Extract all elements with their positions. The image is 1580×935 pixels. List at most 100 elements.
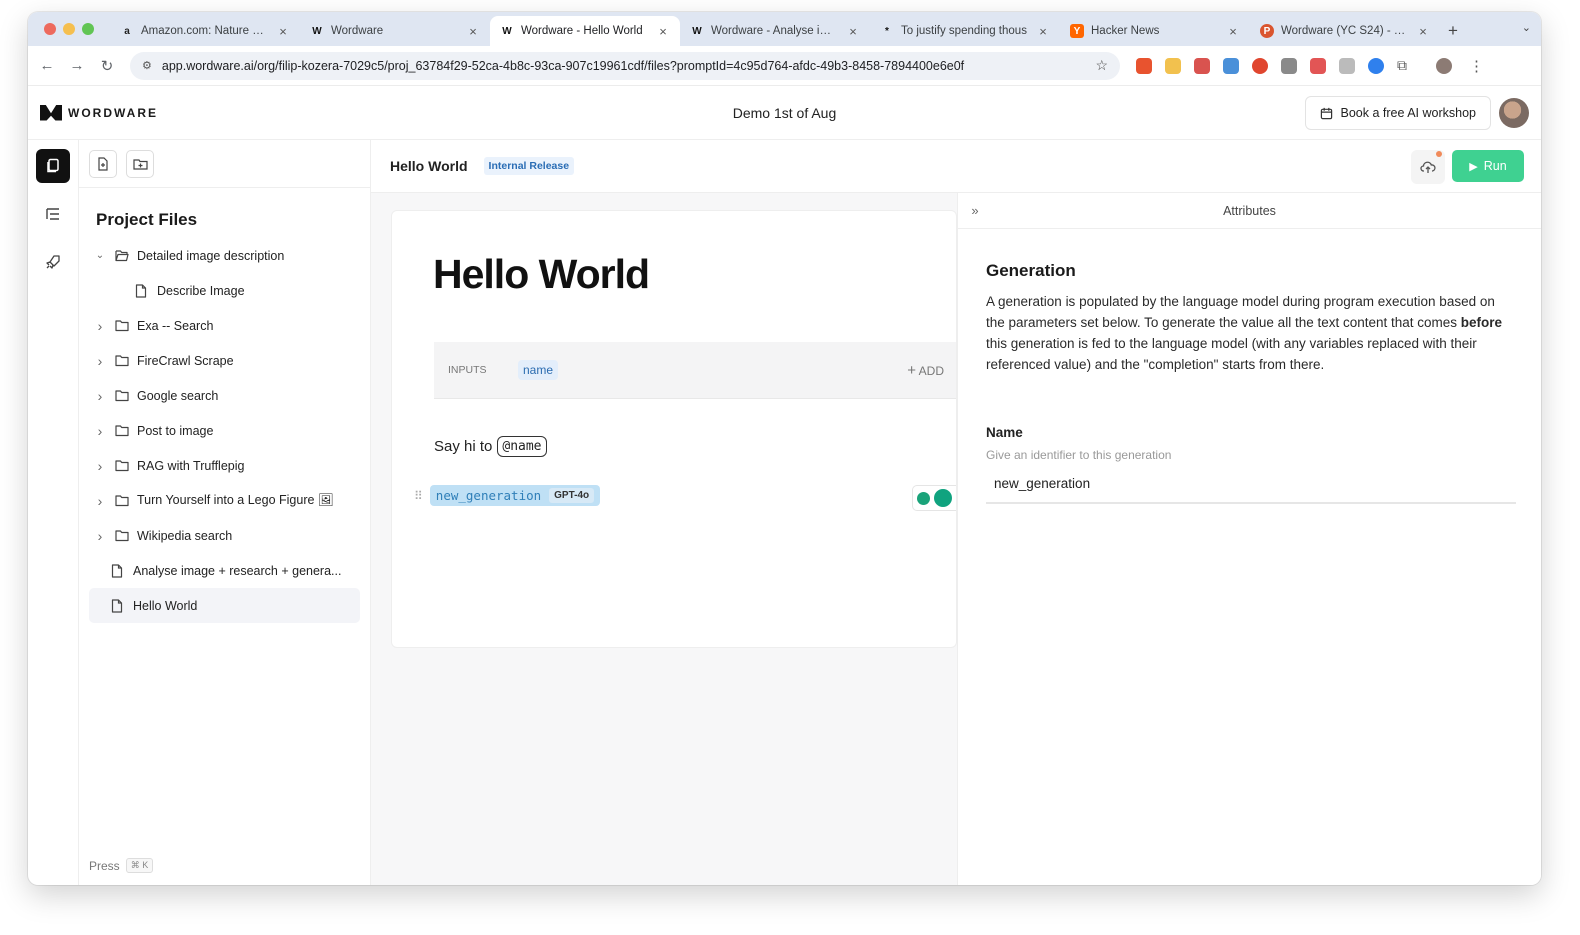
- extension-icon[interactable]: [1339, 57, 1355, 74]
- chevron-down-icon[interactable]: ⌄: [93, 250, 107, 261]
- chevron-right-icon[interactable]: ›: [93, 423, 107, 439]
- browser-tab[interactable]: P Wordware (YC S24) - You ×: [1250, 16, 1440, 46]
- extension-icon[interactable]: [1223, 57, 1239, 74]
- chevron-right-icon[interactable]: ›: [93, 528, 107, 544]
- tree-item-label: Turn Yourself into a Lego Figure 🖼: [137, 493, 334, 507]
- folder-item[interactable]: ⌄ Detailed image description: [89, 238, 360, 273]
- zoom-window-button[interactable]: [82, 23, 94, 35]
- tab-favicon-icon: P: [1260, 24, 1274, 38]
- tab-favicon-icon: *: [885, 25, 889, 37]
- publish-button[interactable]: [1411, 150, 1445, 184]
- tab-close-icon[interactable]: ×: [846, 24, 860, 39]
- run-label: Run: [1483, 159, 1507, 173]
- release-badge[interactable]: Internal Release: [483, 157, 575, 175]
- new-folder-button[interactable]: [126, 149, 154, 178]
- url-text[interactable]: app.wordware.ai/org/filip-kozera-7029c5/…: [162, 59, 1086, 73]
- file-item[interactable]: Hello World: [89, 588, 360, 623]
- chevron-right-icon[interactable]: ›: [93, 493, 107, 509]
- folder-item[interactable]: › Turn Yourself into a Lego Figure 🖼: [89, 483, 360, 518]
- tab-close-icon[interactable]: ×: [1036, 24, 1050, 39]
- bookmark-star-icon[interactable]: ☆: [1095, 57, 1108, 74]
- variable-mention[interactable]: @name: [497, 436, 547, 457]
- folder-item[interactable]: › Wikipedia search: [89, 518, 360, 553]
- run-button[interactable]: ▶ Run: [1452, 150, 1524, 182]
- tab-close-icon[interactable]: ×: [1416, 24, 1430, 39]
- profile-avatar[interactable]: [1436, 57, 1452, 74]
- generation-name: new_generation: [435, 488, 542, 503]
- site-settings-icon[interactable]: ⚙: [142, 59, 152, 72]
- file-item[interactable]: Analyse image + research + genera...: [89, 553, 360, 588]
- folder-item[interactable]: › Exa -- Search: [89, 308, 360, 343]
- browser-tab[interactable]: W Wordware - Hello World ×: [490, 16, 680, 46]
- plus-icon: +: [907, 361, 916, 379]
- files-nav-button[interactable]: [36, 149, 70, 183]
- chevron-right-icon[interactable]: ›: [93, 318, 107, 334]
- folder-item[interactable]: › Post to image: [89, 413, 360, 448]
- puzzle-extensions-icon[interactable]: ⧉: [1397, 57, 1407, 74]
- minimize-window-button[interactable]: [63, 23, 75, 35]
- browser-tab[interactable]: W Wordware - Analyse imag ×: [680, 16, 870, 46]
- generation-name-input[interactable]: new_generation: [986, 474, 1516, 504]
- tab-close-icon[interactable]: ×: [656, 24, 670, 39]
- add-input-button[interactable]: + ADD: [907, 362, 944, 379]
- book-workshop-button[interactable]: Book a free AI workshop: [1304, 96, 1491, 130]
- extension-icon[interactable]: [1165, 57, 1181, 74]
- inputs-bar: INPUTS name + ADD: [434, 342, 956, 399]
- kebab-menu-icon[interactable]: ⋮: [1469, 57, 1484, 75]
- browser-tab[interactable]: a Amazon.com: Nature Mad ×: [110, 16, 300, 46]
- browser-tab[interactable]: * To justify spending thous ×: [870, 16, 1060, 46]
- new-tab-button[interactable]: +: [1440, 16, 1466, 46]
- model-badge[interactable]: GPT-4o: [549, 488, 595, 503]
- collapse-panel-icon[interactable]: »: [958, 203, 992, 218]
- folder-item[interactable]: › Google search: [89, 378, 360, 413]
- chevron-right-icon[interactable]: ›: [93, 353, 107, 369]
- wordware-logo[interactable]: WORDWARE: [40, 104, 158, 121]
- tab-close-icon[interactable]: ×: [466, 24, 480, 39]
- browser-window: a Amazon.com: Nature Mad × W Wordware × W Wordw…: [28, 12, 1541, 885]
- extension-icon[interactable]: [1252, 57, 1268, 74]
- pocket-icon[interactable]: [1310, 57, 1326, 74]
- browser-tab[interactable]: Y Hacker News ×: [1060, 16, 1250, 46]
- file-item[interactable]: Describe Image: [89, 273, 360, 308]
- folder-item[interactable]: › FireCrawl Scrape: [89, 343, 360, 378]
- tab-close-icon[interactable]: ×: [1226, 24, 1240, 39]
- project-files-title: Project Files: [96, 210, 198, 229]
- drag-handle-icon[interactable]: ⠿: [414, 489, 423, 503]
- input-chip-name[interactable]: name: [518, 360, 559, 380]
- extension-icon[interactable]: [1368, 57, 1384, 74]
- chevron-right-icon[interactable]: ›: [93, 458, 107, 474]
- folder-item[interactable]: › RAG with Trufflepig: [89, 448, 360, 483]
- extension-icon[interactable]: [1281, 57, 1297, 74]
- prompt-editor-card[interactable]: Hello World INPUTS name + ADD Say hi to …: [391, 210, 957, 648]
- new-file-button[interactable]: [89, 149, 117, 178]
- generation-actions: [912, 485, 956, 511]
- forward-arrow-icon[interactable]: →: [62, 57, 92, 74]
- address-bar[interactable]: ⚙ app.wordware.ai/org/filip-kozera-7029c…: [130, 51, 1120, 80]
- reload-icon[interactable]: ↻: [92, 57, 122, 75]
- folder-icon: [115, 424, 129, 438]
- extension-icon[interactable]: [1136, 57, 1152, 74]
- close-window-button[interactable]: [44, 23, 56, 35]
- extension-icon[interactable]: [1194, 57, 1210, 74]
- project-files-panel: Project Files ⌄ Detailed image descriptio…: [79, 140, 371, 885]
- outline-nav-button[interactable]: [36, 197, 70, 231]
- prompt-heading[interactable]: Hello World: [433, 251, 650, 298]
- tree-item-label: Exa -- Search: [137, 318, 214, 333]
- generation-line: ⠿ new_generation GPT-4o: [414, 485, 601, 506]
- prompt-text-line[interactable]: Say hi to @name: [434, 436, 547, 457]
- back-arrow-icon[interactable]: ←: [32, 57, 62, 74]
- prompt-name[interactable]: Hello World: [390, 158, 468, 174]
- user-avatar[interactable]: [1499, 98, 1529, 128]
- tab-close-icon[interactable]: ×: [276, 24, 290, 39]
- name-field-label: Name: [986, 425, 1023, 440]
- add-circle-icon[interactable]: [917, 491, 930, 505]
- openai-icon[interactable]: [934, 489, 952, 507]
- chevron-right-icon[interactable]: ›: [93, 388, 107, 404]
- browser-tab[interactable]: W Wordware ×: [300, 16, 490, 46]
- tree-item-label: Post to image: [137, 423, 214, 438]
- list-tree-icon: [46, 208, 59, 220]
- generation-block[interactable]: new_generation GPT-4o: [429, 485, 601, 506]
- tab-search-chevron-icon[interactable]: ⌄: [1522, 21, 1531, 34]
- deploy-nav-button[interactable]: [36, 245, 70, 279]
- window-controls: [28, 23, 110, 46]
